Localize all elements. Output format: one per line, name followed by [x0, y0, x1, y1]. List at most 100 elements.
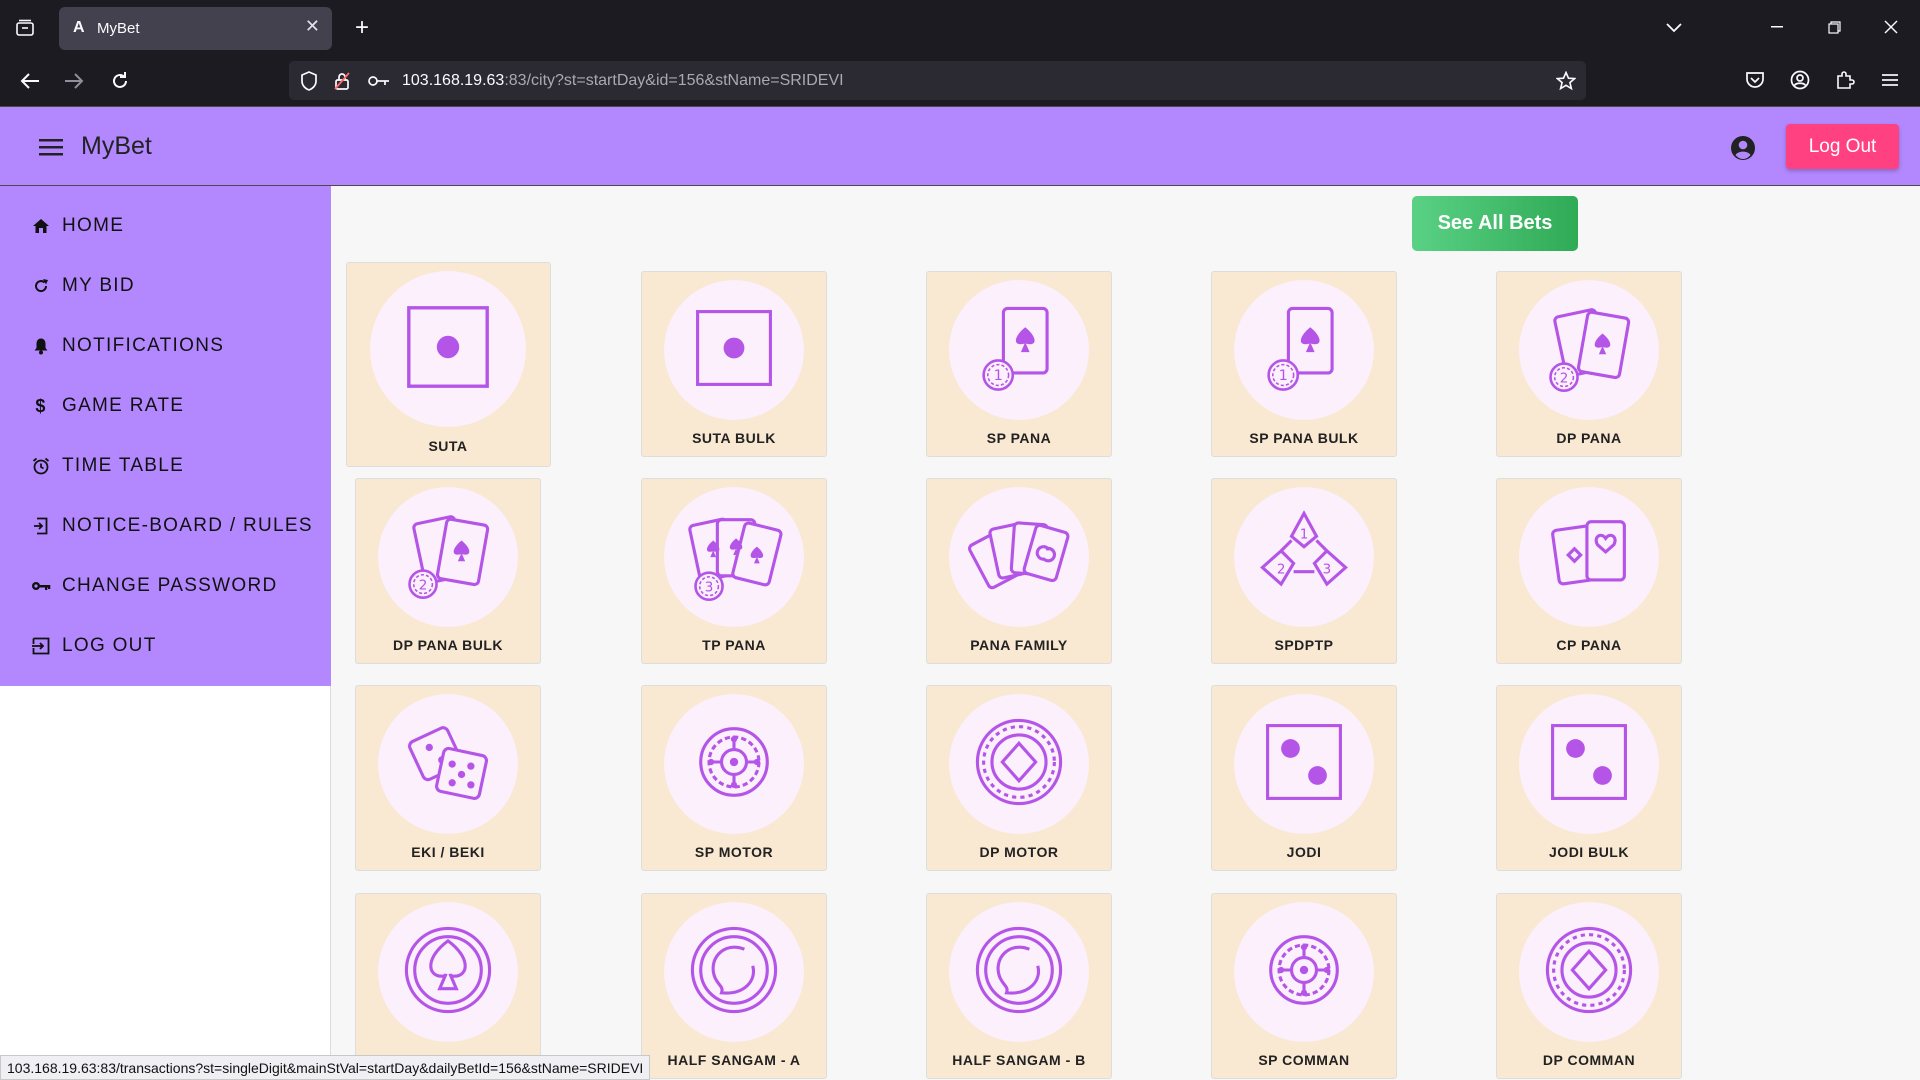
- game-card-label: DP PANA BULK: [393, 637, 503, 653]
- two-cards-chip-2-icon: 2: [396, 503, 500, 612]
- game-card-dp-comman[interactable]: DP COMMAN: [1496, 893, 1682, 1079]
- game-card-jodi[interactable]: JODI: [1211, 685, 1397, 871]
- game-card-suta[interactable]: SUTA: [345, 262, 551, 467]
- sidebar-item-time-table[interactable]: TIME TABLE: [30, 451, 184, 481]
- game-card-label: SP COMMAN: [1258, 1052, 1350, 1068]
- svg-text:1: 1: [994, 367, 1003, 384]
- sidebar-item-home[interactable]: HOME: [30, 211, 124, 241]
- game-icon-circle: [949, 487, 1089, 627]
- url-text[interactable]: 103.168.19.63:83/city?st=startDay&id=156…: [402, 72, 844, 90]
- game-icon-circle: [1234, 902, 1374, 1042]
- game-icon-circle: 3: [664, 487, 804, 627]
- game-card-label: DP MOTOR: [979, 844, 1059, 860]
- tab-title: MyBet: [97, 20, 140, 37]
- home-icon: [30, 215, 52, 237]
- game-card-label: HALF SANGAM - B: [952, 1052, 1086, 1068]
- game-icon-circle: [1234, 694, 1374, 834]
- sidebar-item-notifications[interactable]: NOTIFICATIONS: [30, 331, 224, 361]
- tab-list-icon[interactable]: [12, 16, 38, 40]
- game-icon-circle: 2: [378, 487, 518, 627]
- game-card-sp-pana[interactable]: 1 SP PANA: [926, 271, 1112, 457]
- game-card-label: JODI: [1286, 844, 1322, 860]
- game-card-dp-pana[interactable]: 2 DP PANA: [1496, 271, 1682, 457]
- cards-heart-icon: [1537, 503, 1641, 612]
- game-icon-circle: [664, 694, 804, 834]
- game-card-jodi-bulk[interactable]: JODI BULK: [1496, 685, 1682, 871]
- see-all-bets-button[interactable]: See All Bets: [1412, 196, 1578, 251]
- pocket-icon[interactable]: [1743, 68, 1767, 92]
- tab-close-icon[interactable]: ✕: [305, 16, 320, 37]
- tab-bar: A MyBet ✕ +: [0, 0, 1920, 55]
- game-card-cp-pana[interactable]: CP PANA: [1496, 478, 1682, 664]
- three-cards-chip-3-icon: 3: [682, 503, 786, 612]
- sidebar-item-change-password[interactable]: CHANGE PASSWORD: [30, 571, 278, 601]
- game-card-spdptp[interactable]: 1 2 3 SPDPTP: [1211, 478, 1397, 664]
- browser-tab[interactable]: A MyBet ✕: [59, 7, 332, 50]
- game-card-sp-comman[interactable]: SP COMMAN: [1211, 893, 1397, 1079]
- game-card-suta-bulk[interactable]: SUTA BULK: [641, 271, 827, 457]
- sidebar-item-game-rate[interactable]: $ GAME RATE: [30, 391, 184, 421]
- bookmark-star-icon[interactable]: [1554, 69, 1578, 93]
- back-icon[interactable]: [18, 69, 42, 93]
- game-card-half-sangam-a[interactable]: HALF SANGAM - A: [641, 893, 827, 1079]
- game-card-dp-motor[interactable]: DP MOTOR: [926, 685, 1112, 871]
- game-icon-circle: 1: [1234, 280, 1374, 420]
- game-icon-circle: [370, 271, 526, 427]
- swirl-chip-icon: [967, 918, 1071, 1027]
- header-logout-button[interactable]: Log Out: [1786, 124, 1899, 169]
- game-card-label: SUTA BULK: [692, 430, 776, 446]
- status-bar-url: 103.168.19.63:83/transactions?st=singleD…: [0, 1055, 651, 1080]
- svg-text:2: 2: [1560, 370, 1569, 386]
- account-icon[interactable]: [1788, 68, 1812, 92]
- game-card-label: HALF SANGAM - A: [667, 1052, 801, 1068]
- browser-chrome: A MyBet ✕ + 103.168.19.63:83/city?st=sta…: [0, 0, 1920, 106]
- minimize-icon[interactable]: [1767, 17, 1787, 37]
- hamburger-menu-icon[interactable]: [38, 135, 64, 159]
- key-permission-icon[interactable]: [367, 69, 391, 93]
- extensions-icon[interactable]: [1833, 68, 1857, 92]
- sidebar-item-log-out[interactable]: LOG OUT: [30, 631, 157, 661]
- angular-favicon-icon: A: [73, 19, 85, 36]
- sidebar-item-my-bid[interactable]: MY BID: [30, 271, 135, 301]
- single-dot-icon: [682, 296, 786, 405]
- game-card-sp-motor[interactable]: SP MOTOR: [641, 685, 827, 871]
- url-host: 103.168.19.63: [402, 72, 505, 89]
- restore-icon[interactable]: [1824, 17, 1844, 37]
- forward-icon[interactable]: [62, 69, 86, 93]
- diamond-chip-icon: [1537, 918, 1641, 1027]
- list-all-tabs-icon[interactable]: [1663, 17, 1685, 39]
- two-dots-icon: [1252, 710, 1356, 819]
- game-card-tp-pana[interactable]: 3 TP PANA: [641, 478, 827, 664]
- game-icon-circle: [1519, 694, 1659, 834]
- url-path: :83/city?st=startDay&id=156&stName=SRIDE…: [504, 72, 844, 89]
- game-icon-circle: 1 2 3: [1234, 487, 1374, 627]
- reload-icon[interactable]: [108, 69, 132, 93]
- shield-icon[interactable]: [297, 69, 321, 93]
- game-card-label: JODI BULK: [1549, 844, 1629, 860]
- alarm-icon: [30, 455, 52, 477]
- game-card-label: EKI / BEKI: [411, 844, 485, 860]
- game-card-unnamed[interactable]: [355, 893, 541, 1079]
- svg-text:1: 1: [1279, 367, 1288, 384]
- insecure-lock-icon[interactable]: [330, 69, 354, 93]
- svg-text:1: 1: [1300, 526, 1309, 542]
- game-card-sp-pana-bulk[interactable]: 1 SP PANA BULK: [1211, 271, 1397, 457]
- game-card-eki-beki[interactable]: EKI / BEKI: [355, 685, 541, 871]
- game-card-label: SP PANA: [986, 430, 1052, 446]
- menu-icon[interactable]: [1878, 68, 1902, 92]
- game-card-pana-family[interactable]: PANA FAMILY: [926, 478, 1112, 664]
- refresh-icon: [30, 275, 52, 297]
- game-card-dp-pana-bulk[interactable]: 2 DP PANA BULK: [355, 478, 541, 664]
- close-window-icon[interactable]: [1881, 17, 1901, 37]
- account-circle-icon[interactable]: [1728, 133, 1758, 163]
- game-icon-circle: 1: [949, 280, 1089, 420]
- dollar-icon: $: [35, 395, 47, 416]
- game-card-half-sangam-b[interactable]: HALF SANGAM - B: [926, 893, 1112, 1079]
- url-bar[interactable]: 103.168.19.63:83/city?st=startDay&id=156…: [289, 61, 1586, 100]
- notice-icon: [30, 515, 52, 537]
- game-icon-circle: [949, 694, 1089, 834]
- sidebar-item-label: CHANGE PASSWORD: [62, 575, 278, 596]
- sidebar-item-notice-board[interactable]: NOTICE-BOARD / RULES: [30, 511, 313, 541]
- swirl-chip-icon: [682, 918, 786, 1027]
- new-tab-icon[interactable]: +: [350, 14, 374, 41]
